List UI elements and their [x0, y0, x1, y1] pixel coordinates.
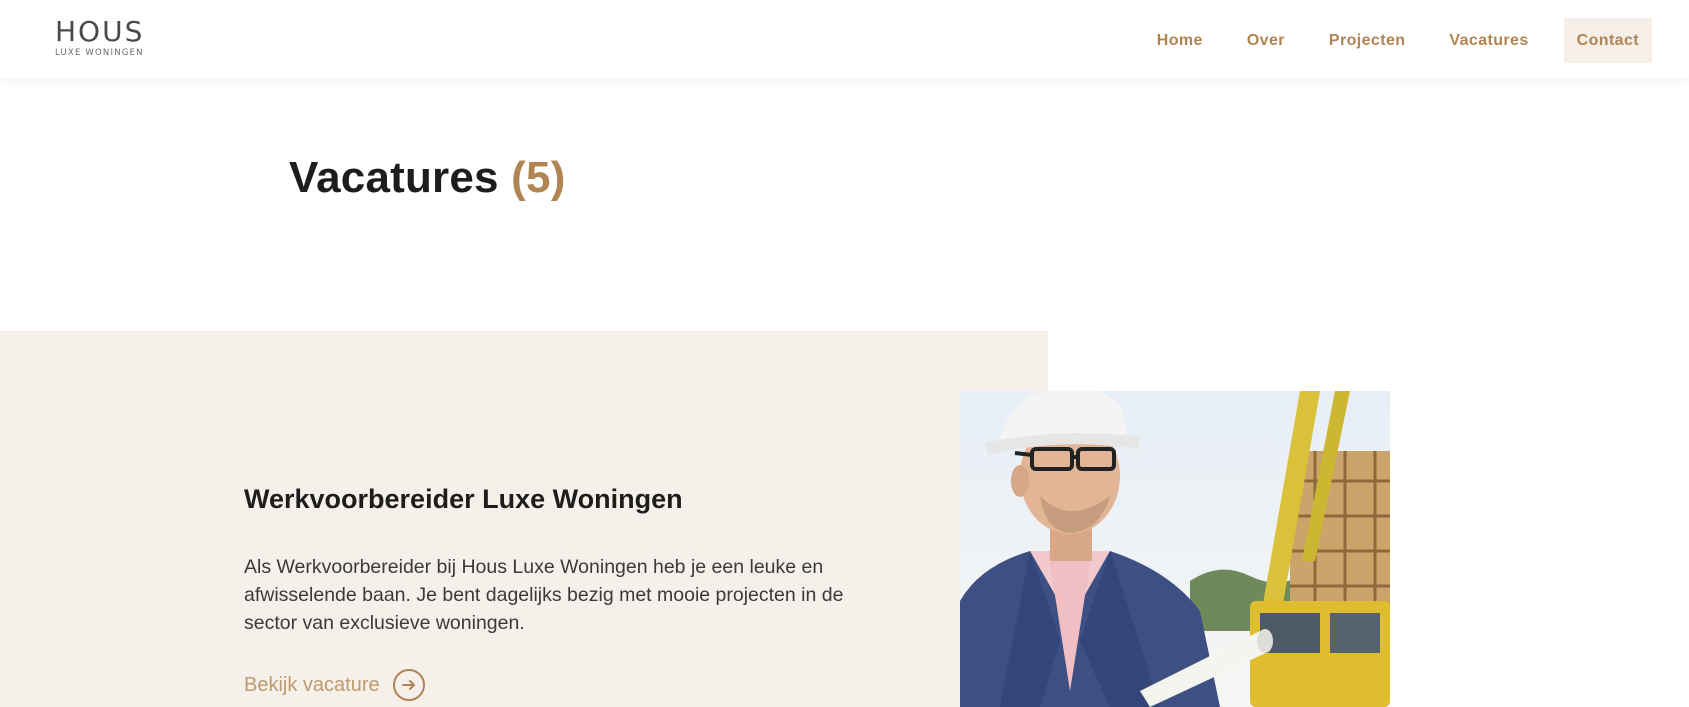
- view-vacancy-link[interactable]: Bekijk vacature: [244, 669, 425, 701]
- page-title: Vacatures (5): [289, 153, 566, 203]
- main-nav: Home Over Projecten Vacatures Contact: [1135, 18, 1652, 63]
- logo[interactable]: HOUS LUXE WONINGEN: [55, 15, 145, 59]
- construction-worker-photo: [960, 391, 1390, 707]
- vacancy-title: Werkvoorbereider Luxe Woningen: [244, 484, 683, 514]
- nav-home[interactable]: Home: [1135, 18, 1225, 63]
- logo-tagline: LUXE WONINGEN: [55, 48, 144, 58]
- nav-contact-button[interactable]: Contact: [1563, 18, 1652, 63]
- view-vacancy-label: Bekijk vacature: [244, 673, 380, 696]
- vacancy-card-background: [0, 331, 1048, 707]
- logo-wordmark: HOUS: [55, 15, 145, 48]
- vacancy-count: (5): [511, 153, 566, 202]
- arrow-right-circle-icon[interactable]: [392, 669, 425, 701]
- nav-vacatures[interactable]: Vacatures: [1427, 18, 1550, 63]
- vacancy-photo: [960, 391, 1390, 707]
- site-header: HOUS LUXE WONINGEN Home Over Projecten V…: [0, 0, 1689, 78]
- vacancy-description: Als Werkvoorbereider bij Hous Luxe Wonin…: [244, 556, 844, 634]
- nav-over[interactable]: Over: [1225, 18, 1307, 63]
- nav-projecten[interactable]: Projecten: [1307, 18, 1428, 63]
- page-title-text: Vacatures: [289, 153, 499, 202]
